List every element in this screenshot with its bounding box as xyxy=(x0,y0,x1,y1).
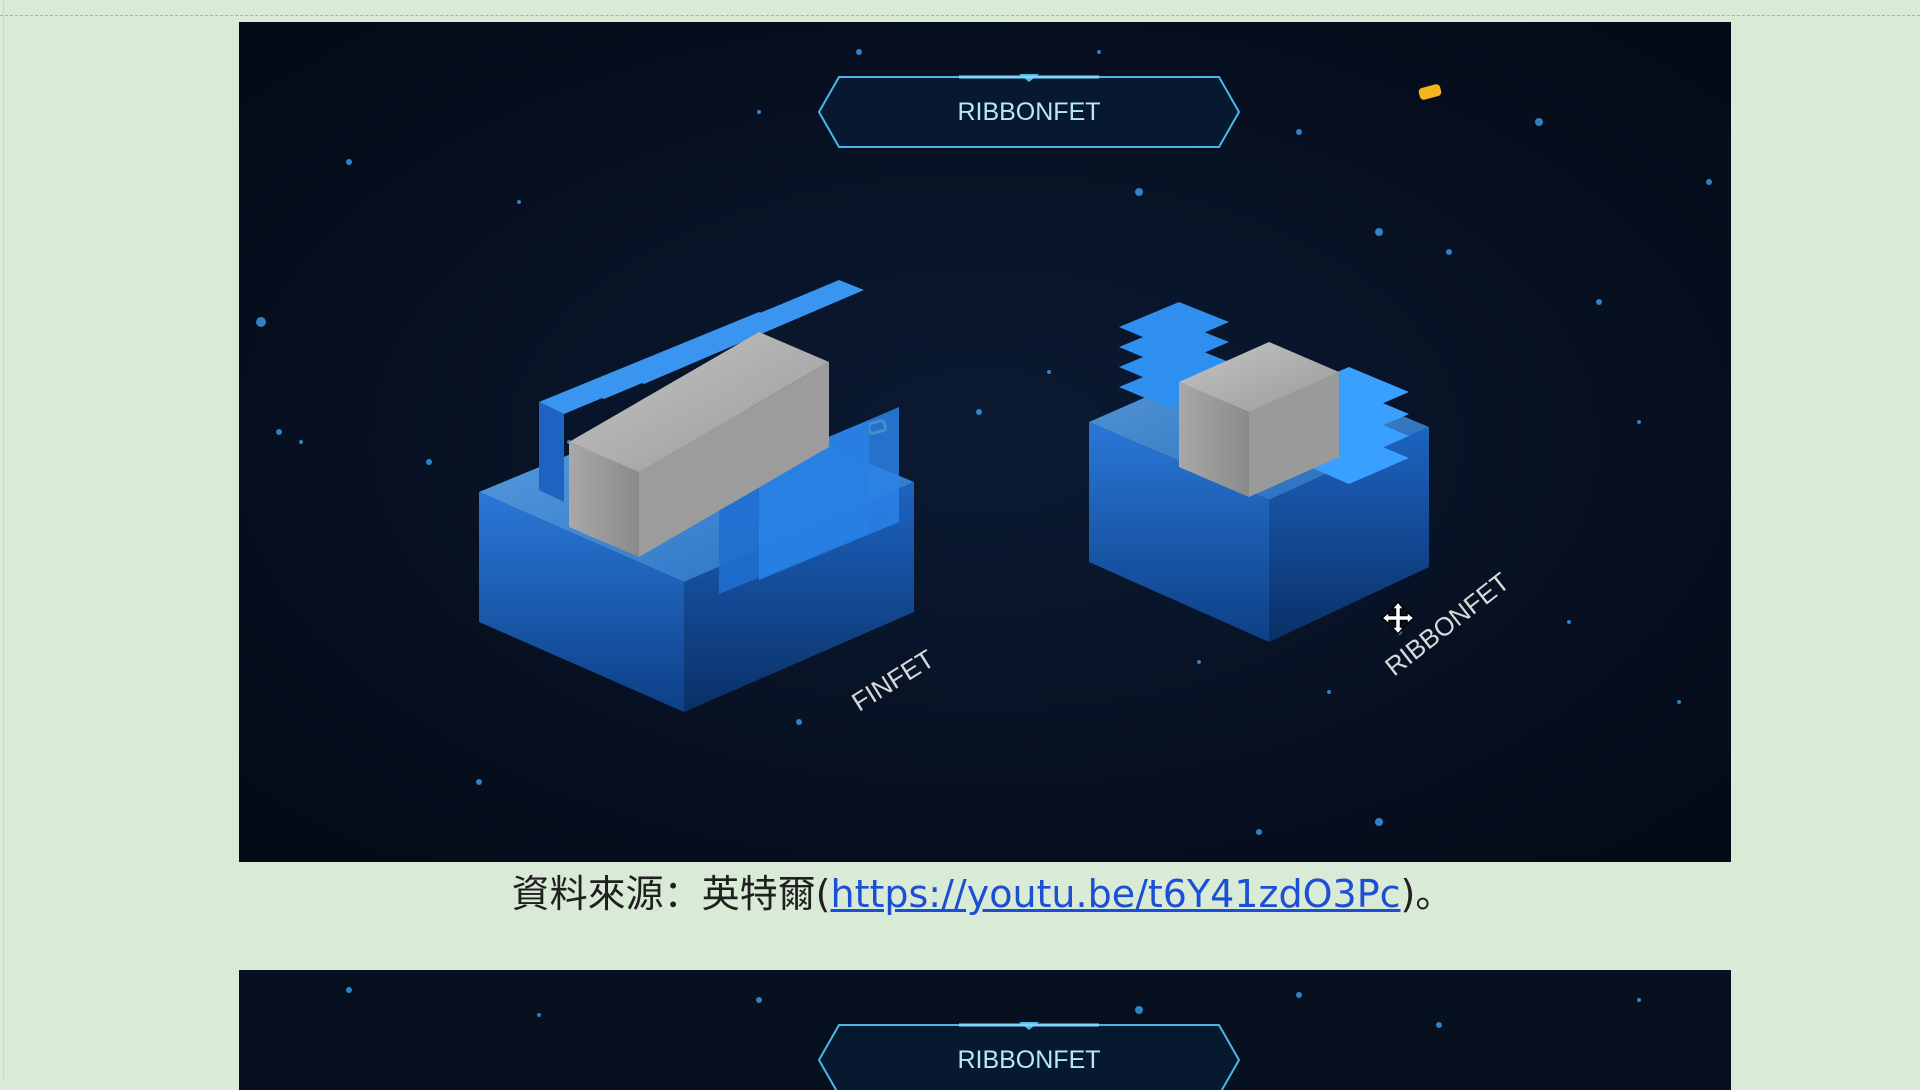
page-top-divider xyxy=(0,15,1920,16)
source-link[interactable]: https://youtu.be/t6Y41zdO3Pc xyxy=(831,872,1401,916)
finfet-ribbonfet-illustration: RIBBONFET FINFET RIBBONFET xyxy=(239,22,1731,862)
move-cursor-icon xyxy=(1380,600,1416,636)
second-illustration: RIBBONFET xyxy=(239,970,1731,1090)
second-ribbonfet-image: RIBBONFET xyxy=(239,970,1731,1090)
image-caption: 資料來源：英特爾(https://youtu.be/t6Y41zdO3Pc)。 xyxy=(0,868,1920,920)
banner-label-2: RIBBONFET xyxy=(957,1046,1100,1074)
caption-prefix: 資料來源：英特爾( xyxy=(511,872,831,916)
finfet-ribbonfet-image: RIBBONFET FINFET RIBBONFET xyxy=(239,22,1731,862)
banner-label: RIBBONFET xyxy=(957,98,1100,126)
ribbonfet-banner: RIBBONFET xyxy=(817,74,1241,148)
caption-suffix: )。 xyxy=(1400,872,1454,916)
